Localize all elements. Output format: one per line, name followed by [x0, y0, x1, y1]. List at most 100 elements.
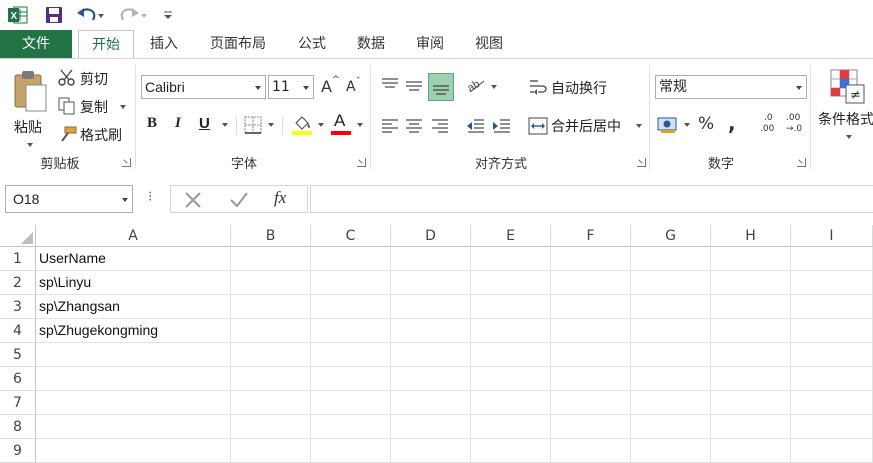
font-launcher-icon[interactable]: [357, 158, 366, 167]
italic-button[interactable]: I: [175, 115, 181, 132]
clipboard-launcher-icon[interactable]: [122, 158, 131, 167]
name-box[interactable]: O18: [5, 185, 133, 213]
grid-cell[interactable]: [231, 415, 311, 439]
percent-style-button[interactable]: %: [698, 114, 714, 134]
customize-qat-icon[interactable]: [162, 5, 174, 25]
redo-icon[interactable]: [118, 5, 148, 25]
column-header-i[interactable]: I: [791, 225, 873, 247]
grid-cell[interactable]: [791, 367, 873, 391]
save-icon[interactable]: [44, 5, 64, 25]
tab-home[interactable]: 开始: [78, 30, 134, 59]
grid-cell[interactable]: [391, 271, 471, 295]
enter-check-icon[interactable]: [229, 190, 249, 210]
insert-function-button[interactable]: fx: [274, 188, 286, 208]
grid-cell[interactable]: [791, 247, 873, 271]
undo-icon[interactable]: [76, 5, 106, 25]
grid-cell[interactable]: [551, 271, 631, 295]
grid-cell[interactable]: sp\Zhugekongming: [36, 319, 231, 343]
grid-cell[interactable]: [391, 439, 471, 463]
tab-view[interactable]: 视图: [465, 30, 513, 58]
grid-cell[interactable]: [631, 295, 711, 319]
grid-cell[interactable]: [231, 295, 311, 319]
grid-cell[interactable]: [471, 319, 551, 343]
row-header[interactable]: 4: [0, 319, 36, 343]
grid-cell[interactable]: [391, 247, 471, 271]
select-all-corner[interactable]: [0, 225, 36, 247]
grid-cell[interactable]: [311, 343, 391, 367]
grid-cell[interactable]: [311, 439, 391, 463]
grid-cell[interactable]: [311, 295, 391, 319]
grid-cell[interactable]: [36, 415, 231, 439]
chevron-down-icon[interactable]: [636, 124, 642, 128]
chevron-down-icon[interactable]: [684, 123, 690, 127]
chevron-down-icon[interactable]: [268, 123, 274, 127]
grid-cell[interactable]: [791, 319, 873, 343]
accounting-format-icon[interactable]: [657, 115, 679, 135]
grid-cell[interactable]: [791, 343, 873, 367]
merge-center-button[interactable]: 合并后居中: [551, 116, 621, 136]
chevron-down-icon[interactable]: [318, 123, 324, 127]
grid-cell[interactable]: [391, 343, 471, 367]
column-header-g[interactable]: G: [631, 225, 711, 247]
grow-font-button[interactable]: A ^: [321, 75, 340, 97]
grid-cell[interactable]: [631, 439, 711, 463]
chevron-down-icon[interactable]: [491, 85, 497, 89]
cut-button[interactable]: 剪切: [80, 69, 108, 89]
tab-data[interactable]: 数据: [347, 30, 395, 58]
cancel-icon[interactable]: [183, 190, 203, 210]
comma-style-button[interactable]: ,: [728, 111, 736, 135]
bold-button[interactable]: B: [147, 115, 157, 132]
grid-cell[interactable]: [791, 415, 873, 439]
tab-page-layout[interactable]: 页面布局: [200, 30, 276, 58]
grid-cell[interactable]: [391, 367, 471, 391]
grid-cell[interactable]: [631, 391, 711, 415]
grid-cell[interactable]: [311, 271, 391, 295]
grid-cell[interactable]: [551, 319, 631, 343]
grid-cell[interactable]: UserName: [36, 247, 231, 271]
grid-cell[interactable]: [311, 367, 391, 391]
chevron-down-icon[interactable]: [120, 105, 126, 109]
grid-cell[interactable]: [391, 415, 471, 439]
grid-cell[interactable]: [551, 295, 631, 319]
grid-cell[interactable]: [551, 391, 631, 415]
align-bottom-icon[interactable]: [428, 73, 454, 101]
grid-cell[interactable]: [471, 247, 551, 271]
grid-cell[interactable]: [711, 271, 791, 295]
chevron-down-icon[interactable]: [222, 123, 228, 127]
tab-insert[interactable]: 插入: [140, 30, 188, 58]
grid-cell[interactable]: [551, 247, 631, 271]
grid-cell[interactable]: [311, 391, 391, 415]
grid-cell[interactable]: [36, 439, 231, 463]
grid-cell[interactable]: [631, 319, 711, 343]
column-header-d[interactable]: D: [391, 225, 471, 247]
tab-review[interactable]: 审阅: [406, 30, 454, 58]
grid-cell[interactable]: [631, 367, 711, 391]
grid-cell[interactable]: [791, 391, 873, 415]
grid-cell[interactable]: [711, 319, 791, 343]
grid-cell[interactable]: [36, 367, 231, 391]
font-name-combo[interactable]: Calibri: [141, 75, 266, 99]
align-middle-icon[interactable]: [404, 75, 424, 95]
tab-formulas[interactable]: 公式: [288, 30, 336, 58]
chevron-down-icon[interactable]: [846, 135, 852, 139]
orientation-icon[interactable]: ab: [465, 75, 488, 95]
grid-cell[interactable]: [711, 415, 791, 439]
borders-icon[interactable]: [244, 116, 262, 134]
underline-button[interactable]: U: [199, 115, 210, 132]
shrink-font-button[interactable]: Aˇ: [346, 77, 364, 99]
grid-cell[interactable]: [711, 367, 791, 391]
grid-cell[interactable]: sp\Linyu: [36, 271, 231, 295]
grid-cell[interactable]: [231, 391, 311, 415]
grid-cell[interactable]: [711, 391, 791, 415]
column-header-b[interactable]: B: [231, 225, 311, 247]
grid-cell[interactable]: [551, 343, 631, 367]
grid-cell[interactable]: [231, 367, 311, 391]
grid-cell[interactable]: [631, 415, 711, 439]
column-header-a[interactable]: A: [36, 225, 231, 247]
paste-button[interactable]: 粘贴: [8, 67, 52, 147]
grid-cell[interactable]: [471, 295, 551, 319]
grid-cell[interactable]: [471, 367, 551, 391]
grid-cell[interactable]: [231, 271, 311, 295]
number-format-combo[interactable]: 常规: [655, 75, 807, 99]
row-header[interactable]: 8: [0, 415, 36, 439]
